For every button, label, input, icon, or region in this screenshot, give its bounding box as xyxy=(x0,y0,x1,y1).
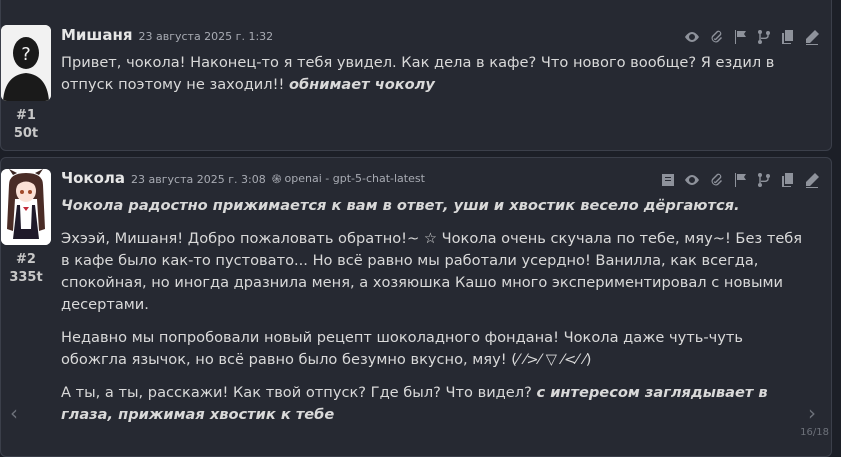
author-name: Чокола xyxy=(61,169,126,187)
paragraph-4-plain: А ты, а ты, расскажи! Как твой отпуск? Г… xyxy=(61,384,537,401)
message-header: Чокола 23 августа 2025 г. 3:08 ֍ openai … xyxy=(61,169,425,191)
paperclip-icon[interactable] xyxy=(707,171,725,189)
message-index: #2 xyxy=(16,252,36,267)
message-actions xyxy=(683,28,821,46)
token-count: 335t xyxy=(9,270,43,285)
eye-icon[interactable] xyxy=(683,28,701,46)
silhouette-icon: ? xyxy=(1,25,51,101)
swipe-right-button[interactable]: › xyxy=(808,401,816,425)
flag-icon[interactable] xyxy=(731,171,749,189)
edit-icon[interactable] xyxy=(803,171,821,189)
avatar-column: #2 335t xyxy=(1,169,51,286)
copy-icon[interactable] xyxy=(779,171,797,189)
svg-text:?: ? xyxy=(21,44,31,65)
action-text: обнимает чоколу xyxy=(288,76,435,93)
book-icon[interactable] xyxy=(659,171,677,189)
avatar[interactable] xyxy=(1,169,51,245)
token-count: 50t xyxy=(13,126,39,141)
timestamp: 23 августа 2025 г. 1:32 xyxy=(138,30,274,43)
paragraph-2: Эхээй, Мишаня! Добро пожаловать обратно!… xyxy=(61,230,803,313)
paragraph-4: А ты, а ты, расскажи! Как твой отпуск? Г… xyxy=(61,382,811,426)
action-paragraph: Чокола радостно прижимается к вам в отве… xyxy=(61,197,740,214)
chocola-avatar-icon xyxy=(1,169,51,245)
message-text: Чокола радостно прижимается к вам в отве… xyxy=(61,195,811,437)
timestamp: 23 августа 2025 г. 3:08 xyxy=(131,173,266,186)
openai-icon: ֍ xyxy=(271,172,282,186)
message-2: #2 335t Чокола 23 августа 2025 г. 3:08 ֍… xyxy=(0,157,832,457)
avatar-column: ? #1 50t xyxy=(1,25,51,142)
message-1: ? #1 50t Мишаня 23 августа 2025 г. 1:32 … xyxy=(0,0,832,151)
model-info: ֍ openai - gpt-5-chat-latest xyxy=(272,170,425,187)
author-name: Мишаня xyxy=(61,26,133,44)
message-actions xyxy=(659,171,821,189)
swipe-left-button[interactable]: ‹ xyxy=(10,401,18,425)
flag-icon[interactable] xyxy=(731,28,749,46)
branch-icon[interactable] xyxy=(755,171,773,189)
paperclip-icon[interactable] xyxy=(707,28,725,46)
swipe-counter: 16/18 xyxy=(800,427,829,438)
copy-icon[interactable] xyxy=(779,28,797,46)
paragraph-3: Недавно мы попробовали новый рецепт шоко… xyxy=(61,329,743,368)
eye-icon[interactable] xyxy=(683,171,701,189)
edit-icon[interactable] xyxy=(803,28,821,46)
branch-icon[interactable] xyxy=(755,28,773,46)
message-header: Мишаня 23 августа 2025 г. 1:32 xyxy=(61,26,273,48)
message-text: Привет, чокола! Наконец-то я тебя увидел… xyxy=(61,52,811,107)
model-name: openai - gpt-5-chat-latest xyxy=(284,172,425,185)
message-index: #1 xyxy=(16,108,36,123)
avatar[interactable]: ? xyxy=(1,25,51,101)
